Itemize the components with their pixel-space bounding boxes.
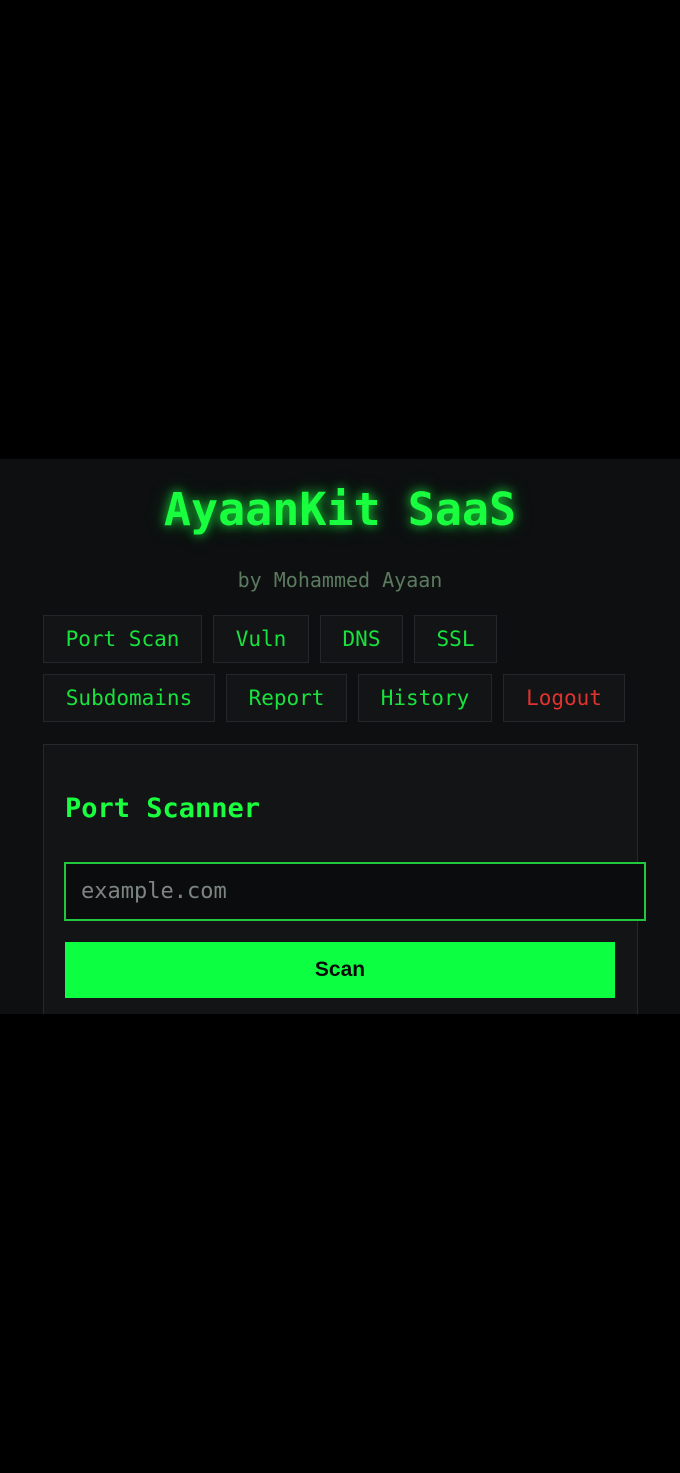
- nav-history-button[interactable]: History: [358, 674, 492, 722]
- scan-button[interactable]: Scan: [65, 942, 615, 998]
- logout-button[interactable]: Logout: [503, 674, 625, 722]
- nav-ssl-button[interactable]: SSL: [414, 615, 497, 663]
- nav-subdomains-button[interactable]: Subdomains: [43, 674, 215, 722]
- author-subtitle: by Mohammed Ayaan: [237, 568, 443, 592]
- port-scanner-title: Port Scanner: [65, 793, 261, 824]
- nav-report-button[interactable]: Report: [226, 674, 347, 722]
- target-input[interactable]: [64, 862, 646, 921]
- nav-port-scan-button[interactable]: Port Scan: [43, 615, 202, 663]
- bottom-blank-area: [0, 1014, 680, 1473]
- nav-dns-button[interactable]: DNS: [320, 615, 403, 663]
- app-title: AyaanKit SaaS: [163, 483, 517, 536]
- nav-vuln-button[interactable]: Vuln: [213, 615, 309, 663]
